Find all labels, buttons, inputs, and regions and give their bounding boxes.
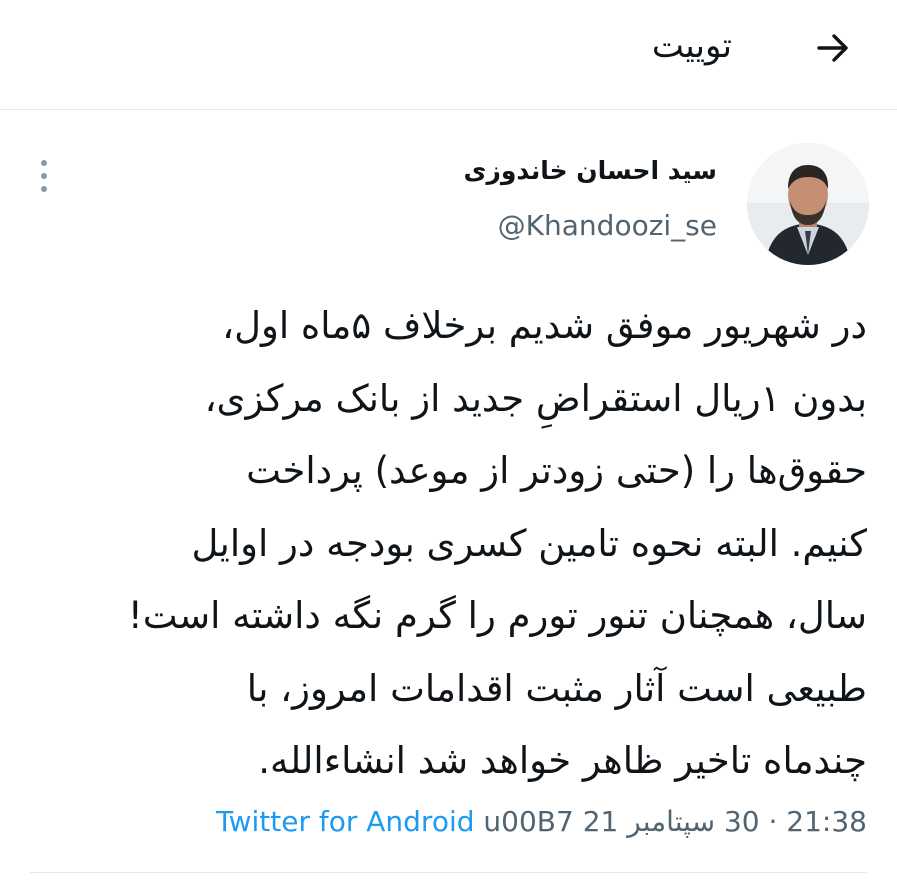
back-button[interactable] [809, 24, 857, 72]
tweet-line: کنیم. البته نحوه تامین کسری بودجه در اوا… [191, 521, 867, 565]
more-options-button[interactable] [34, 158, 54, 194]
tweet-text: در شهریور موفق شدیم برخلاف ۵ماه اول، بدو… [17, 290, 867, 798]
tweet-line: حقوق‌ها را (حتی زودتر از موعد) پرداخت [246, 449, 867, 492]
vertical-dots-icon [41, 160, 47, 192]
tweet-line: طبیعی است آثار مثبت اقدامات امروز، با [246, 666, 867, 710]
avatar-photo [747, 143, 869, 265]
top-bar: توییت [0, 0, 897, 110]
tweet-source-link[interactable]: Twitter for Android [216, 805, 474, 838]
meta-separator: u00B7 [474, 805, 583, 838]
tweet-line: چندماه تاخیر ظاهر خواهد شد انشاءالله. [258, 739, 867, 782]
tweet-date[interactable]: 30 سپتامبر 21 [583, 805, 760, 838]
avatar[interactable] [747, 143, 869, 265]
arrow-right-icon [817, 34, 848, 62]
author-display-name[interactable]: سید احسان خاندوزی [464, 156, 717, 185]
tweet-line: سال، همچنان تنور تورم را گرم نگه داشته ا… [127, 594, 867, 637]
page-title: توییت [651, 26, 732, 66]
meta-separator: · [759, 805, 787, 838]
divider [30, 872, 867, 873]
tweet-line: در شهریور موفق شدیم برخلاف ۵ماه اول، [222, 304, 867, 347]
tweet-line: بدون ۱ریال استقراضِ جدید از بانک مرکزی، [204, 376, 867, 420]
tweet-metadata: Twitter for Android u00B7 30 سپتامبر 21 … [216, 805, 867, 838]
author-handle[interactable]: @Khandoozi_se [498, 209, 717, 242]
tweet-time[interactable]: 21:38 [786, 805, 867, 838]
